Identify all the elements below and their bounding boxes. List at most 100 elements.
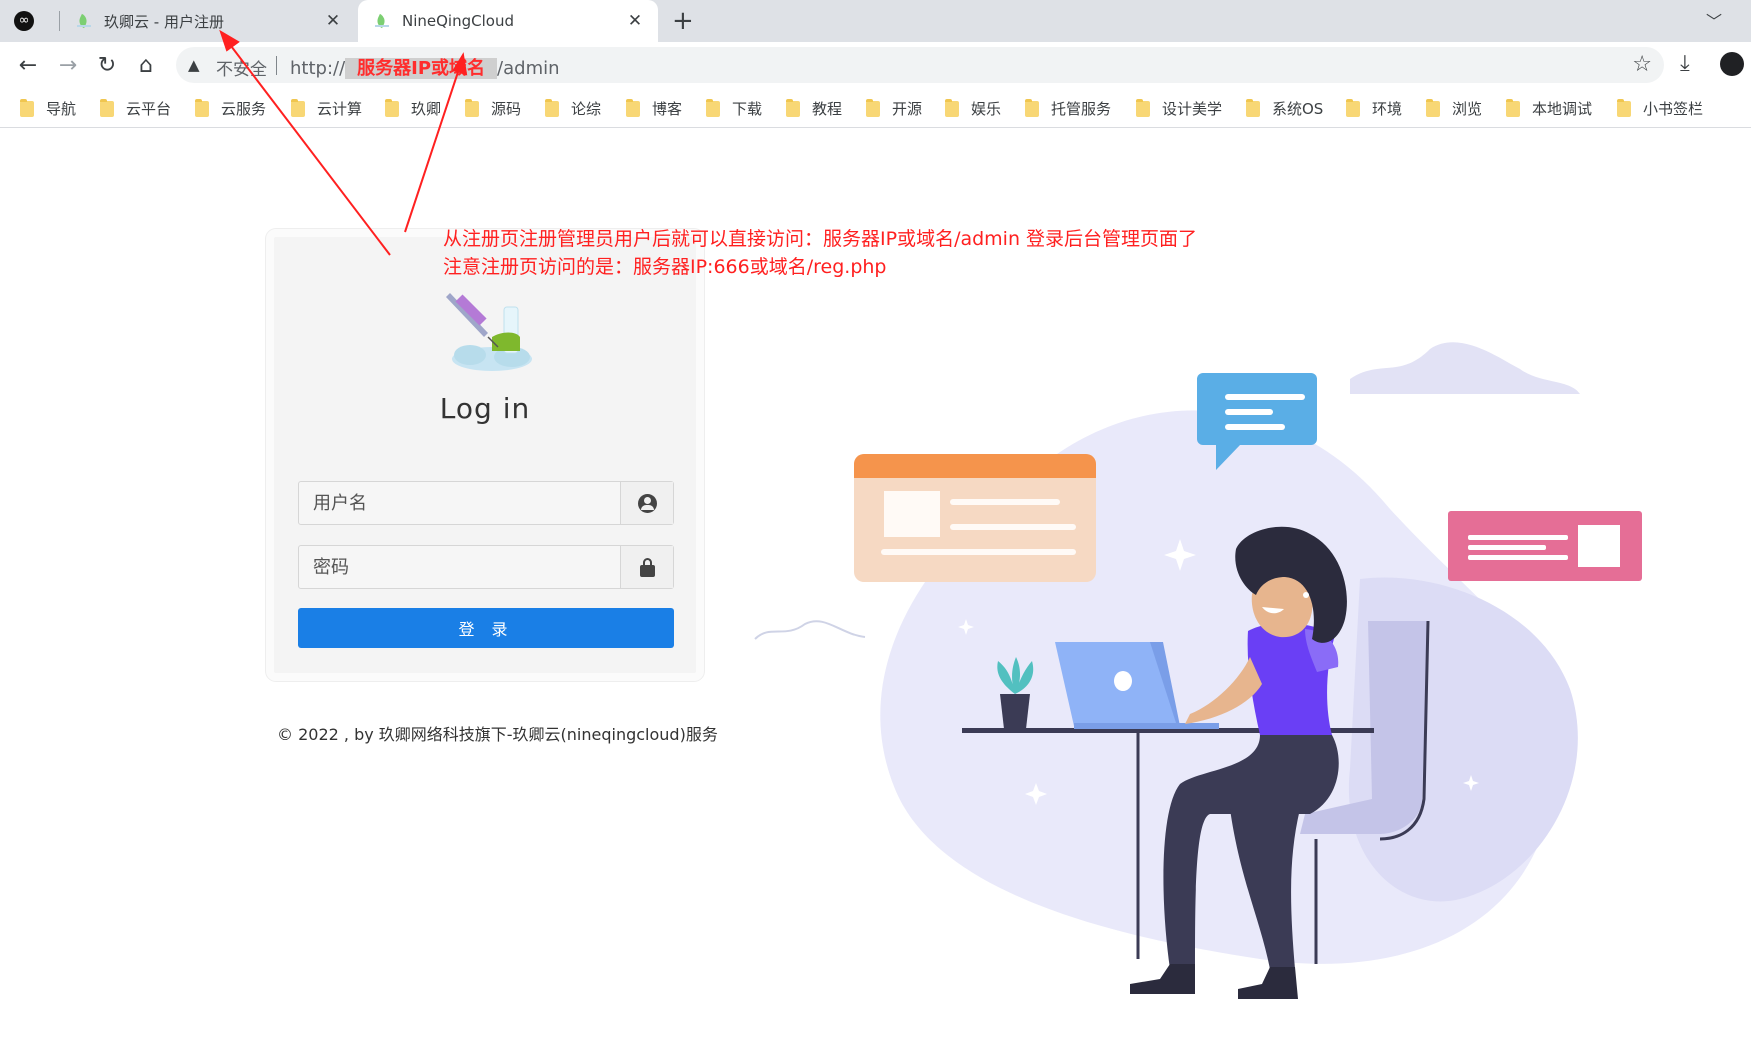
bookmark-folder[interactable]: 浏览 xyxy=(1426,98,1482,119)
folder-icon xyxy=(545,98,559,117)
url-text[interactable]: http://服务器IP或域名/admin xyxy=(290,54,560,80)
woman-at-laptop-illustration xyxy=(754,342,1642,999)
bookmark-star-icon[interactable]: ☆ xyxy=(1632,52,1652,77)
username-addon xyxy=(620,482,673,524)
close-icon[interactable]: ✕ xyxy=(324,12,342,30)
bookmark-label: 导航 xyxy=(46,100,77,118)
folder-icon xyxy=(866,98,880,117)
folder-icon xyxy=(291,98,305,117)
security-label[interactable]: 不安全 xyxy=(216,55,267,80)
folder-icon xyxy=(1346,98,1360,117)
folder-icon xyxy=(706,98,720,117)
bookmark-label: 论综 xyxy=(571,100,602,118)
folder-icon xyxy=(195,98,209,117)
folder-icon xyxy=(1506,98,1520,117)
new-tab-button[interactable]: + xyxy=(672,8,694,34)
home-button[interactable]: ⌂ xyxy=(132,52,160,80)
bookmark-label: 云计算 xyxy=(317,100,363,118)
bookmark-label: 系统OS xyxy=(1272,100,1324,118)
folder-icon xyxy=(1617,98,1631,117)
leaf-favicon-icon xyxy=(374,13,390,29)
bookmark-folder[interactable]: 娱乐 xyxy=(945,98,1001,119)
syringe-cloud-logo xyxy=(446,293,532,371)
omnibox-divider xyxy=(276,56,277,75)
user-circle-icon xyxy=(638,494,657,513)
password-field[interactable] xyxy=(298,545,674,589)
login-title: Log in xyxy=(439,392,531,425)
leaf-favicon-icon xyxy=(76,13,92,29)
bookmark-folder[interactable]: 云平台 xyxy=(100,98,171,119)
bookmark-label: 环境 xyxy=(1372,100,1403,118)
username-field[interactable] xyxy=(298,481,674,525)
bookmark-folder[interactable]: 导航 xyxy=(20,98,76,119)
reload-button[interactable]: ↻ xyxy=(93,52,121,80)
folder-icon xyxy=(945,98,959,117)
bookmark-folder[interactable]: 托管服务 xyxy=(1025,98,1111,119)
folder-icon xyxy=(626,98,640,117)
annotation-line-2: 注意注册页访问的是：服务器IP:666或域名/reg.php xyxy=(443,256,887,278)
bookmark-folder[interactable]: 云服务 xyxy=(195,98,266,119)
bookmark-label: 小书签栏 xyxy=(1643,100,1704,118)
pinned-tab[interactable]: ∞ xyxy=(14,0,58,42)
close-icon[interactable]: ✕ xyxy=(626,12,644,30)
warning-icon[interactable]: ▲ xyxy=(188,56,206,74)
tab-nineqingcloud[interactable]: NineQingCloud ✕ xyxy=(358,0,658,42)
bookmark-folder[interactable]: 开源 xyxy=(866,98,922,119)
bookmark-folder[interactable]: 教程 xyxy=(786,98,842,119)
bookmark-label: 开源 xyxy=(892,100,923,118)
lock-icon xyxy=(640,558,655,577)
bookmark-folder[interactable]: 小书签栏 xyxy=(1617,98,1703,119)
password-addon xyxy=(620,546,673,588)
address-bar[interactable]: ▲ 不安全 http://服务器IP或域名/admin ☆ xyxy=(176,47,1664,83)
download-icon[interactable]: ⤓ xyxy=(1680,51,1690,76)
copyright-footer: © 2022 , by 玖卿网络科技旗下-玖卿云(nineqingcloud)服… xyxy=(277,725,718,744)
bookmark-label: 玖卿 xyxy=(411,100,442,118)
red-annotation: 从注册页注册管理员用户后就可以直接访问：服务器IP或域名/admin 登录后台管… xyxy=(443,225,1197,281)
folder-icon xyxy=(385,98,399,117)
folder-icon xyxy=(1246,98,1260,117)
url-scheme: http:// xyxy=(290,58,346,79)
bookmark-label: 云服务 xyxy=(221,100,267,118)
profile-icon[interactable] xyxy=(1720,52,1744,76)
bookmark-folder[interactable]: 博客 xyxy=(626,98,682,119)
bookmark-folder[interactable]: 本地调试 xyxy=(1506,98,1592,119)
bookmark-folder[interactable]: 云计算 xyxy=(291,98,362,119)
bookmark-folder[interactable]: 下载 xyxy=(706,98,762,119)
bookmark-label: 托管服务 xyxy=(1051,100,1112,118)
folder-icon xyxy=(465,98,479,117)
bookmarks-bar: 导航 云平台 云服务 云计算 玖卿 源码 论综 博客 下载 教程 开源 娱乐 托… xyxy=(0,90,1751,128)
folder-icon xyxy=(1025,98,1039,117)
folder-icon xyxy=(1426,98,1440,117)
bookmark-folder[interactable]: 论综 xyxy=(545,98,601,119)
bookmark-folder[interactable]: 系统OS xyxy=(1246,98,1323,119)
bookmark-label: 下载 xyxy=(732,100,763,118)
bookmark-folder[interactable]: 环境 xyxy=(1346,98,1402,119)
bookmark-label: 云平台 xyxy=(126,100,172,118)
bookmark-label: 娱乐 xyxy=(971,100,1002,118)
tab-separator xyxy=(59,11,60,31)
tab-search-chevron-icon[interactable]: ﹀ xyxy=(1706,8,1722,32)
url-path: /admin xyxy=(497,58,560,79)
browser-toolbar: ← → ↻ ⌂ ▲ 不安全 http://服务器IP或域名/admin ☆ ⤓ xyxy=(0,42,1751,90)
annotation-line-1: 从注册页注册管理员用户后就可以直接访问：服务器IP或域名/admin 登录后台管… xyxy=(443,228,1198,250)
folder-icon xyxy=(786,98,800,117)
bookmark-folder[interactable]: 设计美学 xyxy=(1136,98,1222,119)
bookmark-label: 源码 xyxy=(491,100,522,118)
username-input[interactable] xyxy=(299,482,621,524)
folder-icon xyxy=(1136,98,1150,117)
forward-button[interactable]: → xyxy=(54,52,82,80)
tab-title: NineQingCloud xyxy=(402,12,514,30)
tab-strip: ∞ 玖卿云 - 用户注册 ✕ NineQingCloud ✕ + ﹀ xyxy=(0,0,1751,42)
password-input[interactable] xyxy=(299,546,621,588)
bookmark-folder[interactable]: 玖卿 xyxy=(385,98,441,119)
page-content: Log in 登 录 © 2022 , by 玖卿网络科技旗下-玖卿云(nine… xyxy=(0,129,1751,999)
back-button[interactable]: ← xyxy=(14,52,42,80)
login-button[interactable]: 登 录 xyxy=(298,608,674,648)
tab-register[interactable]: 玖卿云 - 用户注册 ✕ xyxy=(74,0,356,42)
folder-icon xyxy=(100,98,114,117)
infinity-icon: ∞ xyxy=(14,11,34,31)
bookmark-label: 教程 xyxy=(812,100,843,118)
bookmark-label: 设计美学 xyxy=(1162,100,1223,118)
bookmark-label: 本地调试 xyxy=(1532,100,1593,118)
bookmark-folder[interactable]: 源码 xyxy=(465,98,521,119)
